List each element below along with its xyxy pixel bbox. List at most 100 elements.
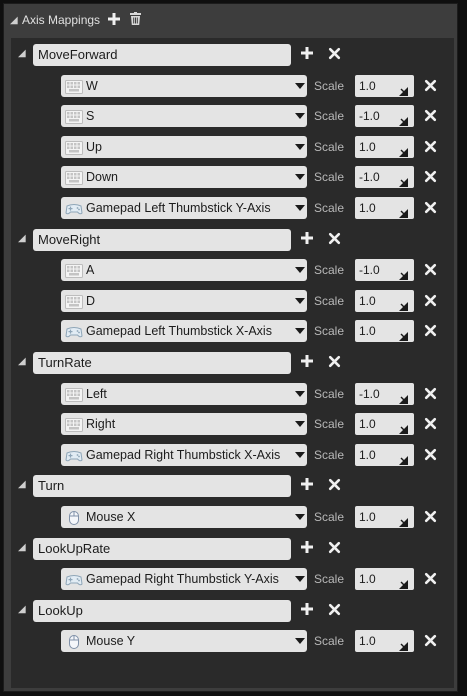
key-select[interactable]: Mouse Y (61, 630, 307, 653)
remove-key-x-icon[interactable] (424, 324, 437, 339)
resize-arrow-icon[interactable] (399, 81, 408, 103)
add-key-plus-icon[interactable] (301, 540, 313, 556)
collapse-triangle-icon[interactable]: ◢ (18, 479, 30, 490)
scale-input[interactable]: 1.0 (355, 505, 414, 528)
scale-input[interactable]: 1.0 (355, 197, 414, 219)
key-select[interactable]: A (61, 259, 307, 282)
resize-arrow-icon[interactable] (399, 142, 408, 164)
dropdown-arrow-icon[interactable] (293, 451, 307, 458)
resize-arrow-icon[interactable] (399, 265, 408, 287)
remove-key-x-icon[interactable] (424, 140, 437, 155)
key-select[interactable]: Gamepad Left Thumbstick Y-Axis (61, 197, 307, 219)
scale-input[interactable]: 1.0 (355, 443, 414, 466)
axis-name-input[interactable]: LookUp (33, 599, 291, 622)
axis-name-input[interactable]: LookUpRate (33, 537, 291, 560)
resize-arrow-icon[interactable] (399, 203, 408, 225)
add-key-plus-icon[interactable] (301, 602, 313, 618)
remove-mapping-x-icon[interactable] (328, 232, 341, 247)
remove-mapping-x-icon[interactable] (328, 541, 341, 556)
scale-input[interactable]: 1.0 (355, 630, 414, 653)
remove-key-x-icon[interactable] (424, 634, 437, 649)
dropdown-arrow-icon[interactable] (293, 297, 307, 304)
remove-key-x-icon[interactable] (424, 109, 437, 124)
key-select[interactable]: Gamepad Right Thumbstick Y-Axis (61, 568, 307, 591)
add-key-plus-icon[interactable] (301, 47, 313, 62)
dropdown-arrow-icon[interactable] (293, 267, 307, 274)
dropdown-arrow-icon[interactable] (293, 421, 307, 428)
remove-mapping-x-icon[interactable] (328, 355, 341, 370)
collapse-triangle-icon[interactable]: ◢ (18, 48, 30, 59)
axis-name-input[interactable]: TurnRate (33, 352, 291, 374)
add-key-plus-icon[interactable] (301, 231, 313, 247)
resize-arrow-icon[interactable] (399, 111, 408, 133)
dropdown-arrow-icon[interactable] (293, 82, 307, 89)
remove-key-x-icon[interactable] (424, 448, 437, 463)
key-select[interactable]: Up (61, 135, 307, 158)
key-select[interactable]: W (61, 74, 307, 97)
resize-arrow-icon[interactable] (399, 389, 408, 411)
key-select[interactable]: S (61, 105, 307, 128)
scale-input[interactable]: 1.0 (355, 74, 414, 97)
collapse-triangle-icon[interactable]: ◢ (10, 15, 22, 26)
remove-key-x-icon[interactable] (424, 263, 437, 278)
key-select[interactable]: Mouse X (61, 505, 307, 528)
scale-input[interactable]: -1.0 (355, 382, 414, 405)
scale-label: Scale (314, 386, 345, 401)
add-key-plus-icon[interactable] (301, 478, 313, 493)
collapse-triangle-icon[interactable]: ◢ (18, 542, 30, 553)
remove-key-x-icon[interactable] (424, 294, 437, 309)
dropdown-arrow-icon[interactable] (293, 113, 307, 120)
resize-arrow-icon[interactable] (399, 636, 408, 658)
add-mapping-plus-icon[interactable] (108, 12, 121, 28)
key-select[interactable]: Right (61, 413, 307, 436)
dropdown-arrow-icon[interactable] (293, 390, 307, 397)
axis-name-input[interactable]: Turn (33, 475, 291, 498)
axis-mappings-header: ◢ Axis Mappings (10, 9, 142, 31)
key-select[interactable]: Gamepad Left Thumbstick X-Axis (61, 320, 307, 343)
clear-mappings-trash-icon[interactable] (130, 12, 142, 28)
resize-arrow-icon[interactable] (399, 574, 408, 596)
remove-key-x-icon[interactable] (424, 201, 437, 216)
dropdown-arrow-icon[interactable] (293, 513, 307, 520)
key-select[interactable]: Down (61, 166, 307, 189)
scale-input[interactable]: -1.0 (355, 105, 414, 128)
dropdown-arrow-icon[interactable] (293, 576, 307, 583)
key-select[interactable]: Gamepad Right Thumbstick X-Axis (61, 443, 307, 466)
remove-key-x-icon[interactable] (424, 170, 437, 185)
scale-input[interactable]: -1.0 (355, 259, 414, 282)
add-key-plus-icon[interactable] (301, 355, 313, 370)
scale-input[interactable]: 1.0 (355, 289, 414, 312)
remove-mapping-x-icon[interactable] (328, 47, 341, 62)
remove-mapping-x-icon[interactable] (328, 478, 341, 493)
dropdown-arrow-icon[interactable] (293, 174, 307, 181)
collapse-triangle-icon[interactable]: ◢ (18, 604, 30, 615)
resize-arrow-icon[interactable] (399, 326, 408, 348)
scale-input[interactable]: 1.0 (355, 413, 414, 436)
scale-input[interactable]: 1.0 (355, 135, 414, 158)
resize-arrow-icon[interactable] (399, 172, 408, 194)
collapse-triangle-icon[interactable]: ◢ (18, 356, 30, 367)
collapse-triangle-icon[interactable]: ◢ (18, 233, 30, 244)
key-select[interactable]: Left (61, 382, 307, 405)
scale-input[interactable]: -1.0 (355, 166, 414, 189)
scale-input[interactable]: 1.0 (355, 320, 414, 343)
remove-key-x-icon[interactable] (424, 572, 437, 587)
dropdown-arrow-icon[interactable] (293, 328, 307, 335)
scale-input[interactable]: 1.0 (355, 568, 414, 591)
remove-key-x-icon[interactable] (424, 417, 437, 432)
remove-key-x-icon[interactable] (424, 510, 437, 525)
remove-key-x-icon[interactable] (424, 79, 437, 94)
resize-arrow-icon[interactable] (399, 419, 408, 441)
key-select[interactable]: D (61, 289, 307, 312)
dropdown-arrow-icon[interactable] (293, 143, 307, 150)
key-mapping-row: Right Scale 1.0 (11, 411, 454, 436)
axis-name-input[interactable]: MoveRight (33, 228, 291, 251)
remove-mapping-x-icon[interactable] (328, 603, 341, 618)
resize-arrow-icon[interactable] (399, 296, 408, 318)
resize-arrow-icon[interactable] (399, 450, 408, 472)
dropdown-arrow-icon[interactable] (293, 638, 307, 645)
axis-name-input[interactable]: MoveForward (33, 44, 291, 66)
remove-key-x-icon[interactable] (424, 387, 437, 402)
resize-arrow-icon[interactable] (399, 512, 408, 534)
dropdown-arrow-icon[interactable] (293, 205, 307, 211)
